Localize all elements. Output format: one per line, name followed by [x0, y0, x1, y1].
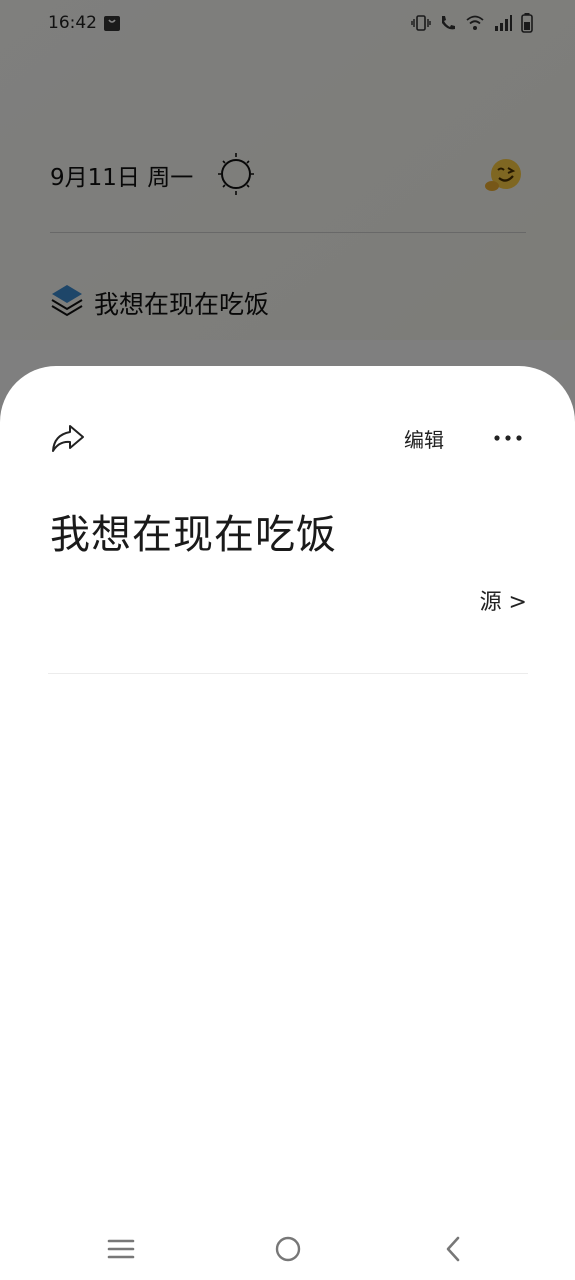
sheet-title: 我想在现在吃饭 — [50, 512, 337, 558]
edit-button[interactable]: 编辑 — [404, 424, 444, 453]
navigation-bar — [0, 1222, 575, 1276]
bottom-sheet: 编辑 我想在现在吃饭 源 > — [0, 366, 575, 1280]
sheet-toolbar: 编辑 — [0, 420, 575, 460]
source-link[interactable]: 源 > — [480, 584, 527, 616]
home-icon[interactable] — [273, 1234, 303, 1264]
more-icon[interactable] — [492, 428, 524, 448]
share-icon[interactable] — [50, 420, 86, 456]
sheet-divider — [48, 673, 528, 674]
recent-apps-icon[interactable] — [106, 1236, 136, 1262]
back-icon[interactable] — [441, 1234, 465, 1264]
